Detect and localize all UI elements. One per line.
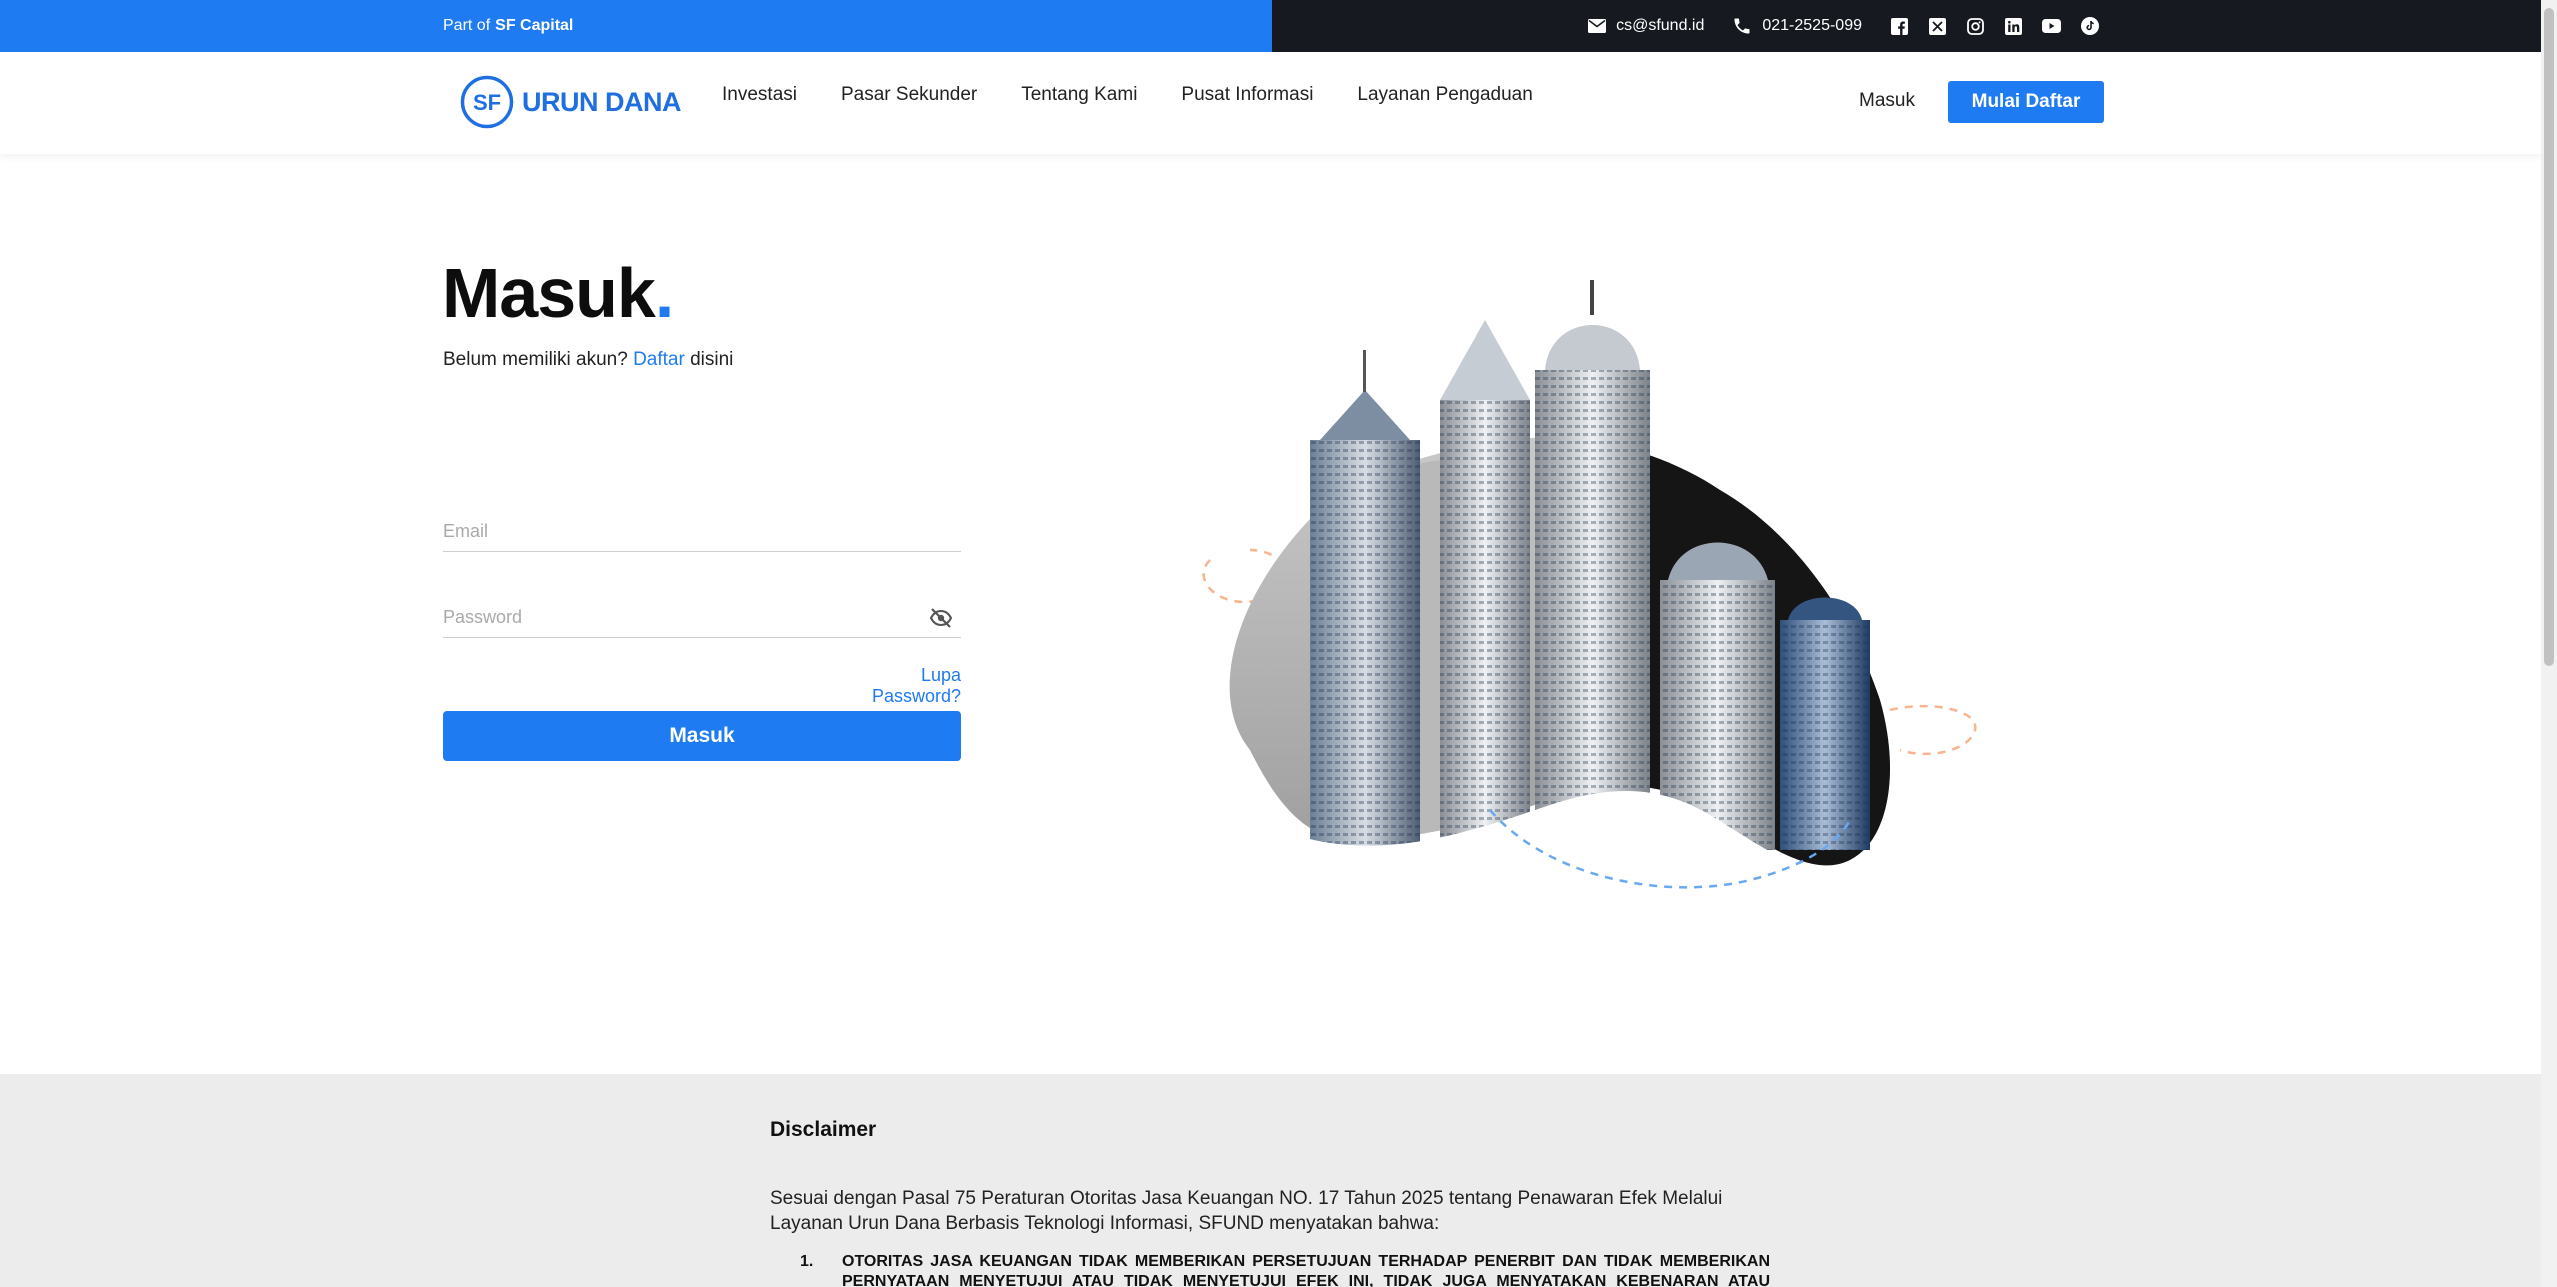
page-title-dot: . — [654, 254, 674, 332]
disclaimer-item-text: OTORITAS JASA KEUANGAN TIDAK MEMBERIKAN … — [842, 1253, 1770, 1287]
email-contact[interactable]: cs@sfund.id — [1588, 17, 1704, 35]
top-bar: Part of SF Capital cs@sfund.id 021-2525-… — [0, 0, 2541, 52]
nav-pusat-informasi[interactable]: Pusat Informasi — [1181, 84, 1313, 106]
header-login-link[interactable]: Masuk — [1859, 90, 1915, 112]
scrollbar-thumb[interactable] — [2544, 8, 2554, 666]
email-field-wrapper — [443, 512, 961, 552]
disclaimer-title: Disclaimer — [770, 1118, 877, 1141]
password-field-wrapper — [443, 598, 961, 638]
nav-layanan-pengaduan[interactable]: Layanan Pengaduan — [1357, 84, 1532, 106]
nav-tentang-kami[interactable]: Tentang Kami — [1021, 84, 1137, 106]
mail-icon — [1588, 19, 1607, 33]
signup-prompt: Belum memiliki akun? Daftar disini — [443, 349, 733, 371]
linkedin-icon[interactable] — [2004, 17, 2023, 36]
forgot-password-link[interactable]: Lupa Password? — [830, 665, 961, 707]
svg-text:SF: SF — [473, 90, 501, 115]
facebook-icon[interactable] — [1890, 17, 1909, 36]
sf-logo-icon: SF — [460, 75, 514, 129]
toggle-password-visibility-icon[interactable] — [929, 608, 953, 633]
email-text: cs@sfund.id — [1616, 17, 1705, 34]
parent-company-bar: Part of SF Capital — [0, 0, 1272, 52]
signup-link[interactable]: Daftar — [633, 349, 685, 370]
phone-text: 021-2525-099 — [1762, 17, 1862, 34]
site-header: SF URUN DANA Investasi Pasar Sekunder Te… — [0, 52, 2541, 154]
signup-prefix: Belum memiliki akun? — [443, 349, 628, 370]
disclaimer-item-number: 1. — [800, 1253, 814, 1270]
phone-icon — [1734, 18, 1750, 34]
urun-dana-logo[interactable]: SF URUN DANA — [460, 74, 682, 130]
page-scrollbar[interactable] — [2541, 0, 2557, 1287]
main-nav: Investasi Pasar Sekunder Tentang Kami Pu… — [722, 84, 1577, 106]
page-title: Masuk. — [442, 253, 674, 333]
disclaimer-item: 1. OTORITAS JASA KEUANGAN TIDAK MEMBERIK… — [800, 1252, 1770, 1287]
disclaimer-intro: Sesuai dengan Pasal 75 Peraturan Otorita… — [770, 1188, 1723, 1234]
city-skyline-illustration — [1190, 280, 1990, 900]
instagram-icon[interactable] — [1966, 17, 1985, 36]
tiktok-icon[interactable] — [2080, 17, 2099, 36]
disclaimer-section: Disclaimer Sesuai dengan Pasal 75 Peratu… — [0, 1074, 2541, 1287]
phone-contact[interactable]: 021-2525-099 — [1732, 16, 1862, 36]
signup-suffix: disini — [690, 349, 734, 370]
social-links — [1890, 17, 2099, 36]
x-icon[interactable] — [1928, 17, 1947, 36]
contact-bar: cs@sfund.id 021-2525-099 — [1272, 0, 2541, 52]
logo-text: URUN DANA — [522, 86, 682, 117]
register-button[interactable]: Mulai Daftar — [1948, 81, 2104, 123]
parent-brand-label[interactable]: SF Capital — [495, 17, 573, 35]
password-field[interactable] — [443, 607, 903, 628]
part-of-label: Part of — [443, 17, 491, 34]
page-title-text: Masuk — [442, 254, 656, 332]
nav-pasar-sekunder[interactable]: Pasar Sekunder — [841, 84, 977, 106]
nav-investasi[interactable]: Investasi — [722, 84, 797, 106]
login-submit-button[interactable]: Masuk — [443, 711, 961, 761]
email-field[interactable] — [443, 521, 903, 542]
youtube-icon[interactable] — [2042, 17, 2061, 36]
